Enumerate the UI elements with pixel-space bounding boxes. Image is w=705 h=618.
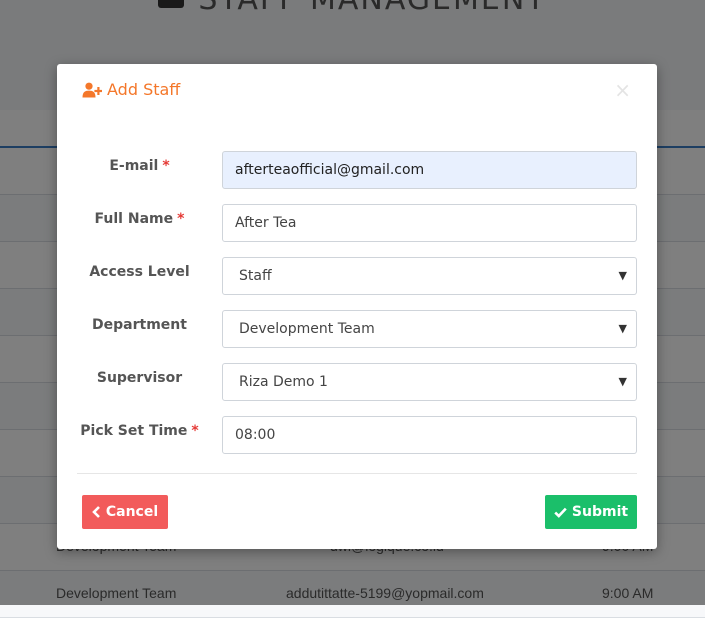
caret-down-icon: ▼ [618, 269, 627, 282]
full-name-label: Full Name * [57, 211, 222, 227]
supervisor-value: Riza Demo 1 [239, 374, 328, 390]
pick-set-time-label-text: Pick Set Time [80, 423, 188, 439]
submit-button-label: Submit [571, 504, 629, 520]
caret-down-icon: ▼ [618, 322, 627, 335]
modal-title: Add Staff [107, 80, 181, 99]
form-row-department: Department Development Team ▼ [57, 310, 657, 348]
full-name-label-text: Full Name [94, 211, 174, 227]
required-marker: * [177, 211, 185, 227]
access-level-label: Access Level [89, 264, 190, 280]
pick-set-time-input[interactable]: 08:00 [222, 416, 637, 454]
cancel-button-label: Cancel [105, 504, 159, 520]
required-marker: * [191, 423, 199, 439]
full-name-input[interactable]: After Tea [222, 204, 637, 242]
department-value: Development Team [239, 321, 375, 337]
department-select[interactable]: Development Team ▼ [222, 310, 637, 348]
form-row-email: E-mail * afterteaofficial@gmail.com [57, 151, 657, 189]
department-label: Department [92, 317, 187, 333]
user-plus-icon [82, 82, 102, 97]
form-row-pick-set-time: Pick Set Time * 08:00 [57, 416, 657, 454]
supervisor-label: Supervisor [96, 370, 183, 386]
submit-button[interactable]: Submit [545, 495, 637, 529]
check-icon [554, 507, 567, 518]
pick-set-time-label: Pick Set Time * [57, 423, 222, 439]
required-marker: * [162, 158, 170, 174]
modal-title-wrap: Add Staff [82, 80, 637, 99]
form-row-supervisor: Supervisor Riza Demo 1 ▼ [57, 363, 657, 401]
cancel-button[interactable]: Cancel [82, 495, 168, 529]
form-row-full-name: Full Name * After Tea [57, 204, 657, 242]
email-label-text: E-mail [109, 158, 159, 174]
chevron-left-icon [92, 506, 100, 518]
email-field[interactable]: afterteaofficial@gmail.com [222, 151, 637, 189]
form-row-access-level: Access Level Staff ▼ [57, 257, 657, 295]
email-label: E-mail * [57, 158, 222, 174]
modal-header: Add Staff × [82, 78, 637, 104]
caret-down-icon: ▼ [618, 375, 627, 388]
close-button[interactable]: × [614, 78, 631, 102]
add-staff-modal: Add Staff × E-mail * afterteaofficial@gma… [57, 64, 657, 549]
supervisor-select[interactable]: Riza Demo 1 ▼ [222, 363, 637, 401]
access-level-value: Staff [239, 268, 272, 284]
footer-divider [77, 473, 637, 474]
access-level-select[interactable]: Staff ▼ [222, 257, 637, 295]
